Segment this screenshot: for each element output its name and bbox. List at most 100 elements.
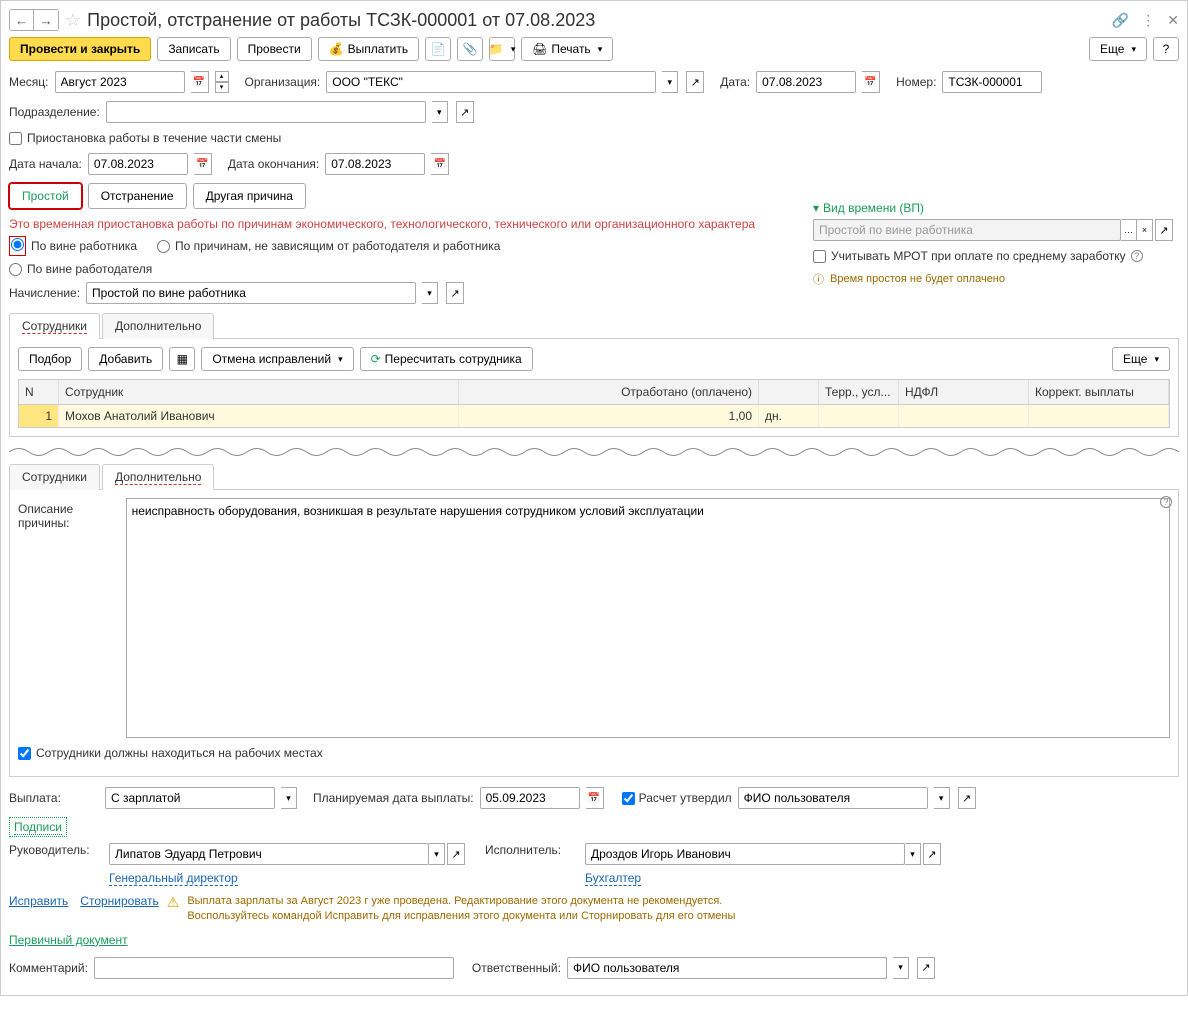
cell-ndfl [899,405,1029,427]
responsible-input[interactable] [567,957,887,979]
executor-input[interactable] [585,843,905,865]
payout-button[interactable]: 💰Выплатить [318,37,419,61]
payout-label: Выплата: [9,791,99,805]
radio-employee-fault[interactable] [11,238,24,251]
file-icon-button[interactable]: 📁 [489,37,515,61]
signatures-header[interactable]: Подписи [9,817,67,837]
radio-employer-fault-label: По вине работодателя [27,262,152,276]
department-input[interactable] [106,101,426,123]
approver-input[interactable] [738,787,928,809]
executor-dropdown-button[interactable]: ▾ [905,843,921,865]
col-corr-header[interactable]: Коррект. выплаты [1029,380,1169,404]
close-icon[interactable]: ✕ [1167,12,1179,29]
post-and-close-button[interactable]: Провести и закрыть [9,37,151,61]
manager-position-link[interactable]: Генеральный директор [109,871,238,886]
month-calendar-button[interactable]: 📅 [191,71,209,93]
col-n-header[interactable]: N [19,380,59,404]
start-date-input[interactable] [88,153,188,175]
accrual-input[interactable] [86,282,416,304]
mrot-help-icon[interactable]: ? [1131,250,1143,262]
time-type-link[interactable]: ▾ Вид времени (ВП) [813,201,1173,215]
cancel-fixes-button[interactable]: Отмена исправлений [201,347,353,371]
responsible-dropdown-button[interactable]: ▾ [893,957,909,979]
time-type-open-button[interactable]: ↗ [1155,219,1173,241]
recalc-button[interactable]: ⟳Пересчитать сотрудника [360,347,533,371]
desc-help-icon[interactable]: ? [1160,496,1172,508]
approver-open-button[interactable]: ↗ [958,787,976,809]
org-open-button[interactable]: ↗ [686,71,704,93]
link-icon[interactable]: 🔗 [1112,12,1129,29]
tab-suspend[interactable]: Отстранение [88,183,187,209]
tab-additional-2[interactable]: Дополнительно [102,464,214,490]
executor-position-link[interactable]: Бухгалтер [585,871,641,886]
grid-more-button[interactable]: Еще [1112,347,1170,371]
back-button[interactable]: ← [10,10,34,30]
fill-icon-button[interactable]: ▦ [169,347,195,371]
department-open-button[interactable]: ↗ [456,101,474,123]
executor-open-button[interactable]: ↗ [923,843,941,865]
col-terr-header[interactable]: Терр., усл... [819,380,899,404]
accrual-dropdown-button[interactable]: ▾ [422,282,438,304]
favorite-icon[interactable]: ☆ [65,10,81,31]
pick-button[interactable]: Подбор [18,347,82,371]
radio-independent[interactable] [157,240,170,253]
manager-open-button[interactable]: ↗ [447,843,465,865]
comment-input[interactable] [94,957,454,979]
document-icon-button[interactable]: 📄 [425,37,451,61]
fix-link[interactable]: Исправить [9,894,68,908]
mrot-checkbox[interactable] [813,250,826,263]
print-button[interactable]: 🖨Печать [521,37,613,61]
org-input[interactable] [326,71,656,93]
post-button[interactable]: Провести [237,37,312,61]
accrual-open-button[interactable]: ↗ [446,282,464,304]
date-input[interactable] [756,71,856,93]
forward-button[interactable]: → [34,10,58,30]
onsite-checkbox[interactable] [18,747,31,760]
org-dropdown-button[interactable]: ▾ [662,71,678,93]
tab-idle[interactable]: Простой [9,183,82,209]
manager-dropdown-button[interactable]: ▾ [429,843,445,865]
tabs-employees: Сотрудники Дополнительно [9,312,1179,339]
tab-additional[interactable]: Дополнительно [102,313,214,339]
more-button[interactable]: Еще [1089,37,1147,61]
approved-checkbox[interactable] [622,792,635,805]
plan-date-input[interactable] [480,787,580,809]
time-type-clear-button[interactable]: × [1137,219,1153,241]
write-button[interactable]: Записать [157,37,230,61]
col-worked-header[interactable]: Отработано (оплачено) [459,380,759,404]
tab-employees-2[interactable]: Сотрудники [9,464,100,490]
storno-link[interactable]: Сторнировать [80,894,158,908]
add-button[interactable]: Добавить [88,347,163,371]
plan-date-calendar-button[interactable]: 📅 [586,787,604,809]
responsible-open-button[interactable]: ↗ [917,957,935,979]
date-calendar-button[interactable]: 📅 [862,71,880,93]
date-label: Дата: [720,75,750,89]
month-input[interactable] [55,71,185,93]
end-date-calendar-button[interactable]: 📅 [431,153,449,175]
start-date-calendar-button[interactable]: 📅 [194,153,212,175]
end-date-input[interactable] [325,153,425,175]
payout-select[interactable] [105,787,275,809]
description-textarea[interactable] [126,498,1170,738]
primary-doc-link[interactable]: Первичный документ [9,933,128,947]
time-type-pick-button[interactable]: … [1121,219,1137,241]
col-emp-header[interactable]: Сотрудник [59,380,459,404]
tab-employees[interactable]: Сотрудники [9,313,100,339]
col-unit-header[interactable] [759,380,819,404]
number-input[interactable] [942,71,1042,93]
radio-employer-fault[interactable] [9,263,22,276]
partial-shift-checkbox[interactable] [9,132,22,145]
attach-icon-button[interactable]: 📎 [457,37,483,61]
month-up-button[interactable]: ▴ [215,71,229,82]
manager-input[interactable] [109,843,429,865]
menu-icon[interactable]: ⋮ [1141,12,1155,29]
help-button[interactable]: ? [1153,37,1179,61]
department-dropdown-button[interactable]: ▾ [432,101,448,123]
approver-dropdown-button[interactable]: ▾ [934,787,950,809]
payout-dropdown-button[interactable]: ▾ [281,787,297,809]
tab-other[interactable]: Другая причина [193,183,306,209]
month-down-button[interactable]: ▾ [215,82,229,93]
table-row[interactable]: 1 Мохов Анатолий Иванович 1,00 дн. [19,405,1169,427]
onsite-label: Сотрудники должны находиться на рабочих … [36,746,323,760]
col-ndfl-header[interactable]: НДФЛ [899,380,1029,404]
